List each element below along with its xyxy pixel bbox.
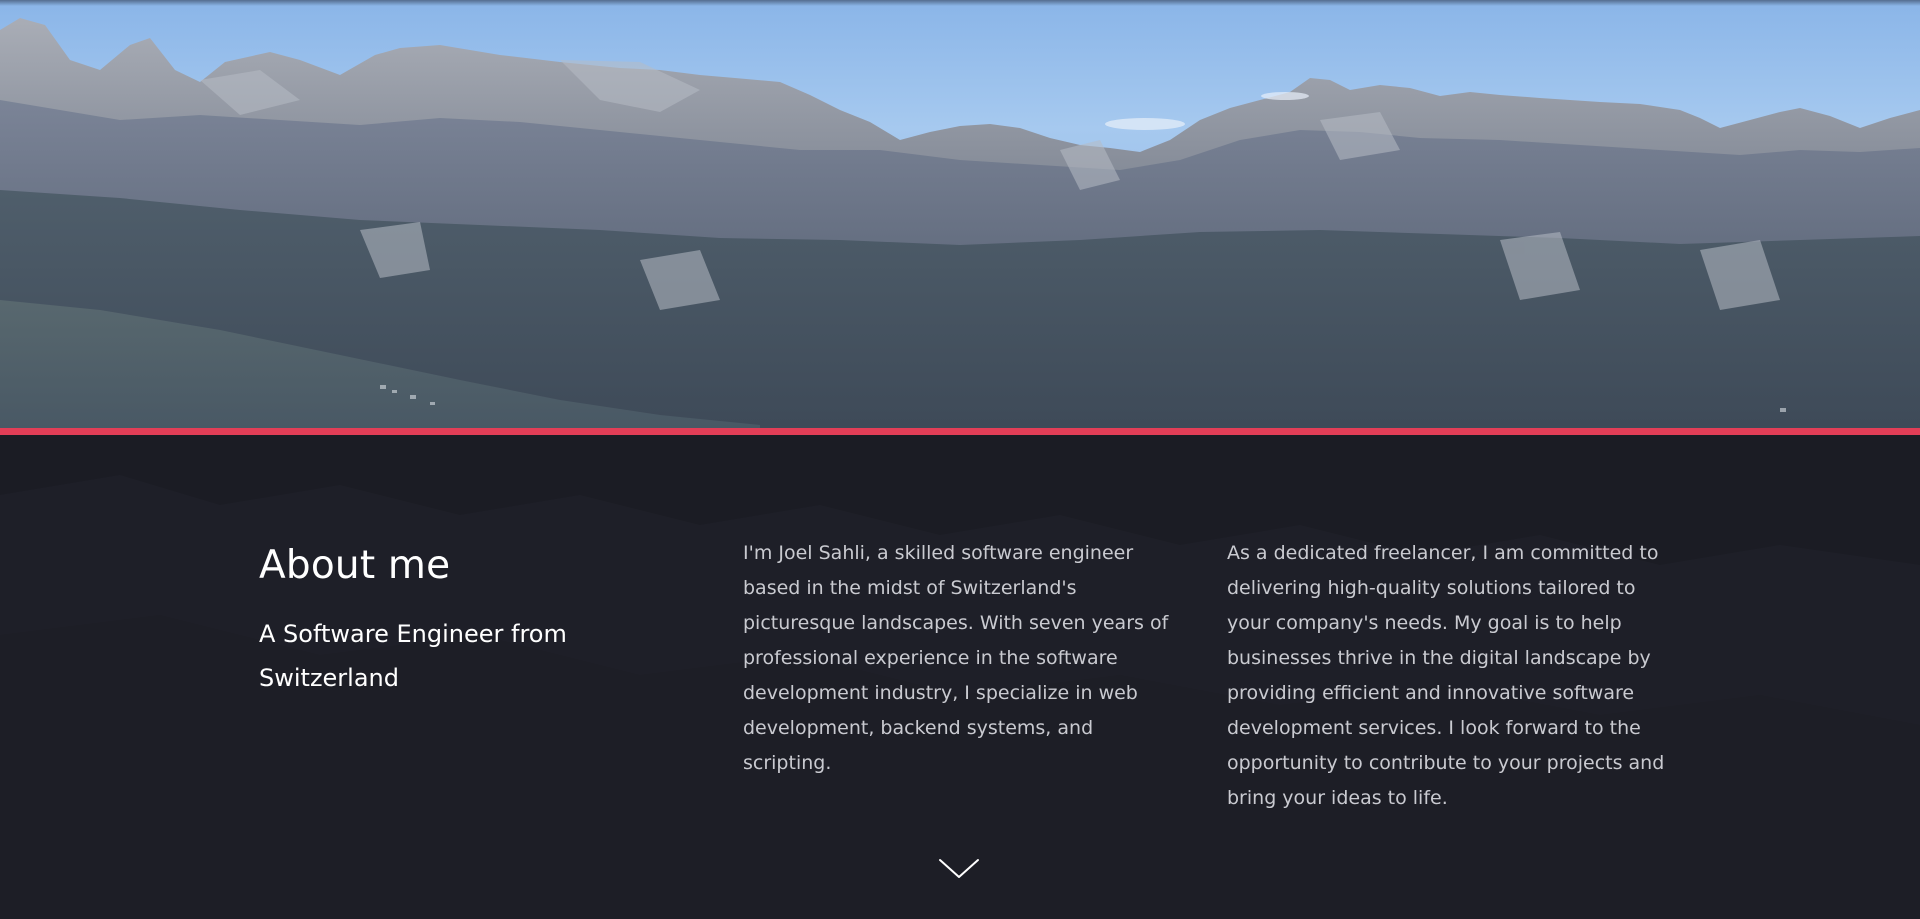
about-paragraph-2: As a dedicated freelancer, I am committe… <box>1227 542 1665 809</box>
hero-top-shadow <box>0 0 1920 6</box>
accent-divider <box>0 428 1920 435</box>
mountain-landscape-image <box>0 18 1920 428</box>
about-subtitle: A Software Engineer from Switzerland <box>259 620 567 692</box>
scroll-down-button[interactable] <box>936 855 982 883</box>
chevron-down-icon <box>939 859 979 878</box>
about-paragraph-1: I'm Joel Sahli, a skilled software engin… <box>743 542 1169 774</box>
about-section: About me A Software Engineer from Switze… <box>0 435 1920 919</box>
about-title: About me <box>259 543 451 588</box>
hero-image <box>0 0 1920 428</box>
